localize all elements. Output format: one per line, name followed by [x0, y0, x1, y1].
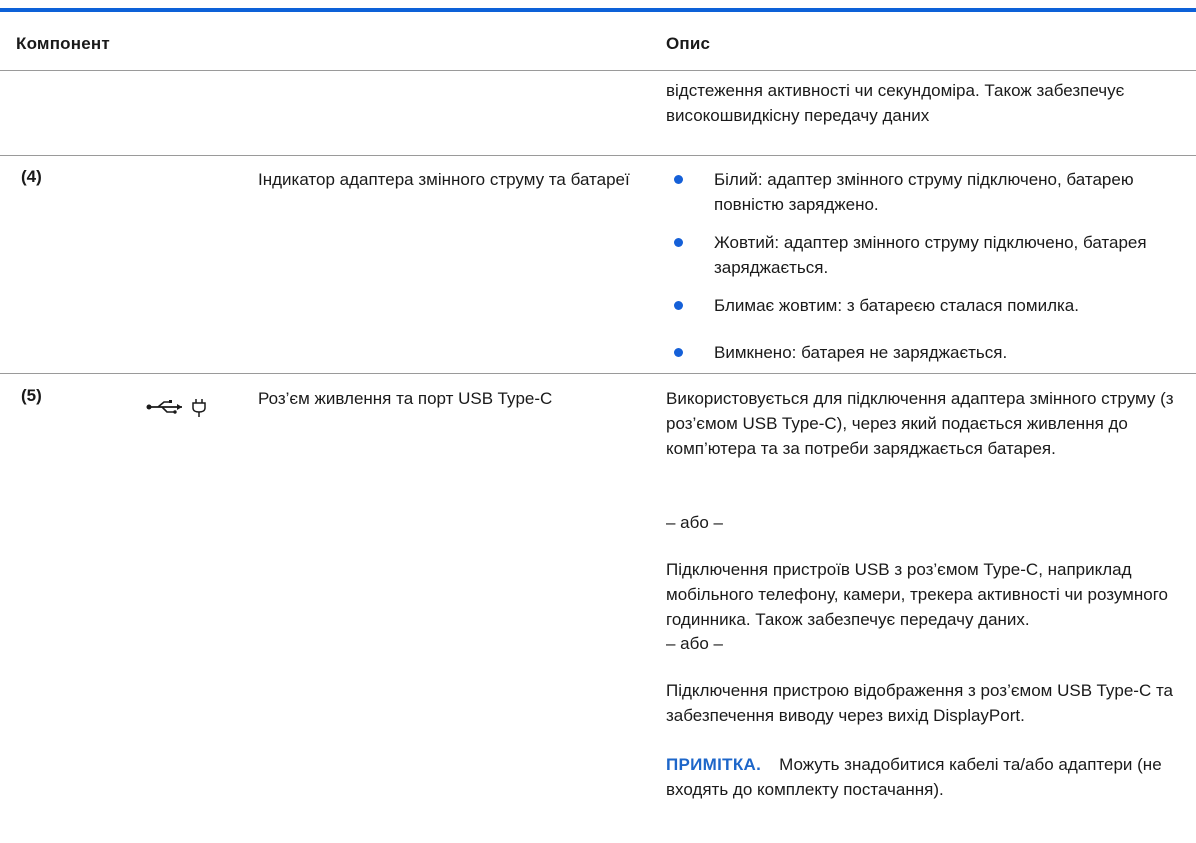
note-label: ПРИМІТКА. [666, 755, 762, 774]
or-separator: – або – [666, 634, 724, 653]
description-paragraph: Підключення пристрою відображення з роз’… [666, 681, 1174, 725]
bullet-dot [674, 301, 683, 310]
usb-power-connector-icon [146, 399, 206, 417]
component-name: Роз’єм живлення та порт USB Type-C [258, 389, 553, 408]
bullet-item: Жовтий: адаптер змінного струму підключе… [714, 233, 1147, 277]
bullet-dot [674, 348, 683, 357]
note-block: ПРИМІТКА. Можуть знадобитися кабелі та/аб… [666, 752, 1186, 802]
bullet-item: Блимає жовтим: з батареєю сталася помилк… [714, 296, 1079, 315]
continuation-description: відстеження активності чи секундоміра. Т… [666, 81, 1125, 125]
component-name: Індикатор адаптера змінного струму та ба… [258, 170, 630, 189]
bullet-item: Вимкнено: батарея не заряджається. [714, 343, 1008, 362]
header-description: Опис [666, 34, 711, 53]
row-number: (4) [21, 167, 42, 186]
table-header: Компонент Опис [0, 12, 1196, 71]
document-page: Компонент Опис відстеження активності чи… [0, 0, 1196, 843]
table-row-continuation: відстеження активності чи секундоміра. Т… [0, 70, 1196, 156]
bullet-item: Білий: адаптер змінного струму підключен… [714, 170, 1134, 214]
header-component: Компонент [16, 34, 110, 53]
row-number: (5) [21, 386, 42, 405]
bullet-dot [674, 175, 683, 184]
table-row-4: (4) Індикатор адаптера змінного струму т… [0, 155, 1196, 374]
table-row-5: (5) Роз’єм живлення та порт USB Type-C В… [0, 373, 1196, 799]
bullet-dot [674, 238, 683, 247]
or-separator: – або – [666, 513, 724, 532]
description-paragraph: Підключення пристроїв USB з роз’ємом Typ… [666, 560, 1168, 629]
description-paragraph: Використовується для підключення адаптер… [666, 389, 1174, 458]
